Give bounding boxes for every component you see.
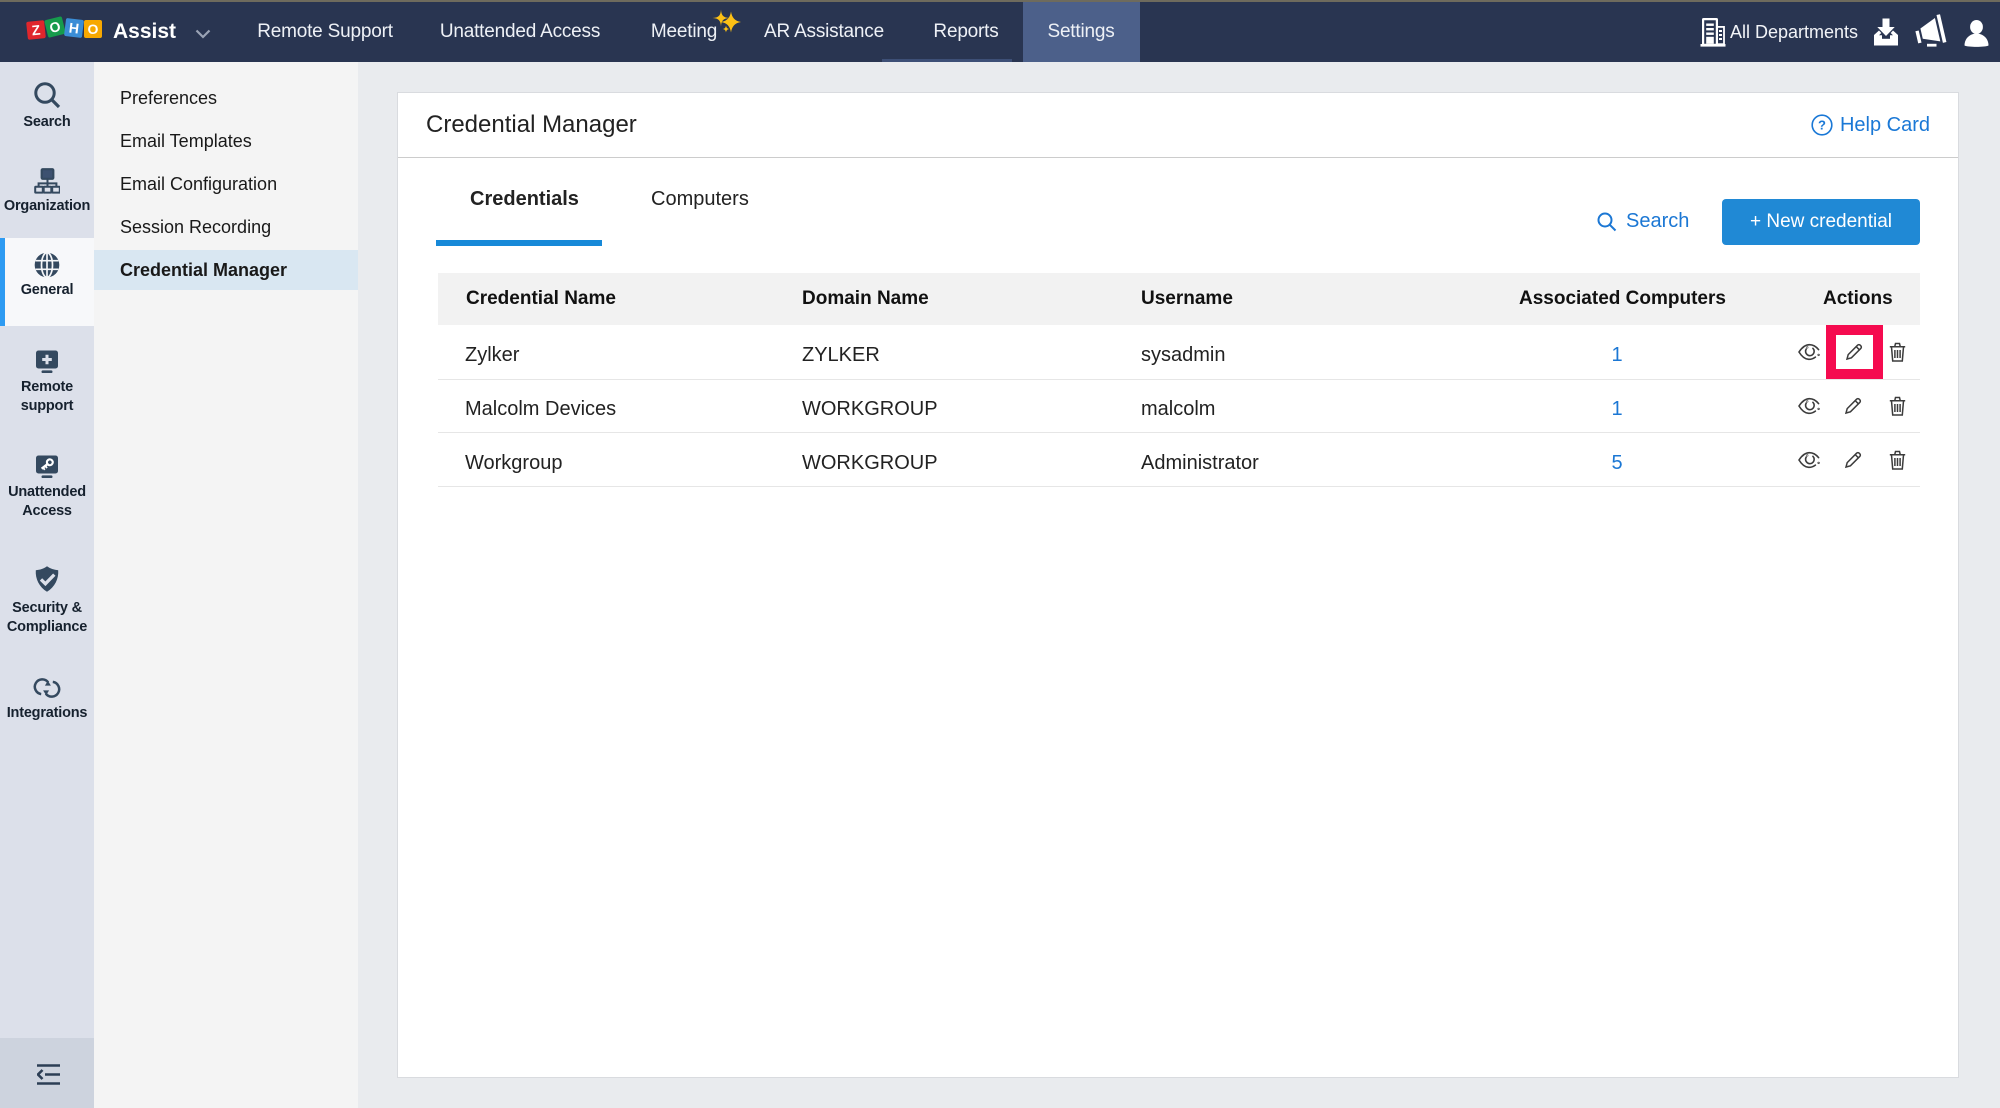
svg-text:?: ? <box>1818 118 1826 133</box>
